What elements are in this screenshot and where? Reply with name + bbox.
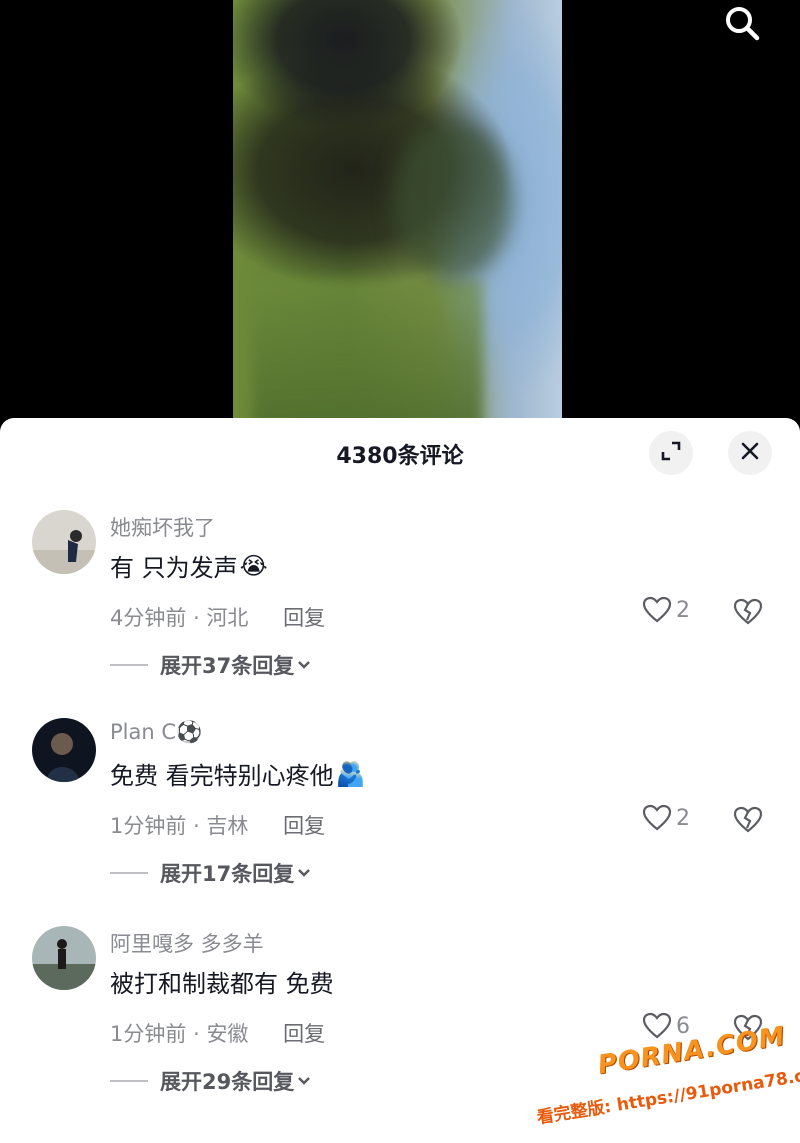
reply-button[interactable]: 回复 [283,814,325,838]
comment-text: 有 只为发声 😭 [110,548,268,583]
heart-icon [642,804,672,831]
comment-text: 被打和制裁都有 免费 [110,964,334,999]
expand-replies-label: 展开29条回复 [160,1070,295,1094]
hug-emoji-icon: 🫂 [335,759,366,788]
heart-icon [642,1012,672,1039]
video-content-figure [393,120,513,280]
expand-icon [660,440,682,466]
like-button[interactable]: 2 [642,596,690,624]
avatar[interactable] [32,926,96,990]
expand-replies-label: 展开37条回复 [160,654,295,678]
soccer-ball-emoji-icon: ⚽ [176,720,203,744]
heart-icon [642,596,672,623]
comment-text-body: 被打和制裁都有 免费 [110,970,334,998]
expand-replies-button[interactable]: 展开37条回复 [110,650,312,680]
crying-emoji-icon: 😭 [239,551,268,580]
video-player[interactable] [0,0,800,430]
avatar[interactable] [32,718,96,782]
close-icon [740,441,760,465]
dislike-button[interactable] [733,598,763,630]
video-content [253,280,483,430]
comment-meta: 1分钟前 · 吉林 回复 [110,810,325,840]
expand-divider [110,664,148,666]
comment-meta: 4分钟前 · 河北 回复 [110,602,325,632]
chevron-down-icon [298,1077,311,1085]
username[interactable]: 阿里嘎多 多多羊 [110,928,264,958]
comment-text-body: 免费 看完特别心疼他 [110,762,334,790]
like-button[interactable]: 2 [642,804,690,832]
comment-meta: 1分钟前 · 安徽 回复 [110,1018,325,1048]
username-text: Plan C [110,720,177,744]
expand-replies-button[interactable]: 展开17条回复 [110,858,312,888]
location: 吉林 [206,814,249,838]
timestamp: 1分钟前 [110,814,187,838]
expand-divider [110,872,148,874]
comment-item: Plan C⚽ 免费 看完特别心疼他 🫂 1分钟前 · 吉林 回复 2 展开17… [0,718,800,918]
expand-replies-label: 展开17条回复 [160,862,295,886]
like-button[interactable]: 6 [642,1012,690,1040]
location: 安徽 [206,1022,249,1046]
comment-text: 免费 看完特别心疼他 🫂 [110,756,366,791]
avatar[interactable] [32,510,96,574]
timestamp: 1分钟前 [110,1022,187,1046]
chevron-down-icon [298,869,311,877]
meta-separator: · [193,1022,200,1046]
username[interactable]: Plan C⚽ [110,720,202,745]
expand-divider [110,1080,148,1082]
timestamp: 4分钟前 [110,606,187,630]
chevron-down-icon [298,661,311,669]
username[interactable]: 她痴坏我了 [110,512,215,542]
expand-button[interactable] [649,431,693,475]
broken-heart-icon [733,598,763,625]
close-button[interactable] [728,431,772,475]
reply-button[interactable]: 回复 [283,606,325,630]
like-count: 2 [676,597,690,623]
like-count: 2 [676,805,690,831]
meta-separator: · [193,606,200,630]
comment-text-body: 有 只为发声 [110,554,238,582]
dislike-button[interactable] [733,806,763,838]
like-count: 6 [676,1013,690,1039]
comments-sheet: 4380条评论 她痴坏我了 有 只为发声 😭 4分钟前 · 河北 回复 2 展开… [0,418,800,1143]
comment-item: 她痴坏我了 有 只为发声 😭 4分钟前 · 河北 回复 2 展开37条回复 [0,510,800,710]
search-icon[interactable] [720,2,764,46]
meta-separator: · [193,814,200,838]
video-frame[interactable] [233,0,562,430]
location: 河北 [206,606,249,630]
reply-button[interactable]: 回复 [283,1022,325,1046]
expand-replies-button[interactable]: 展开29条回复 [110,1066,312,1096]
broken-heart-icon [733,806,763,833]
